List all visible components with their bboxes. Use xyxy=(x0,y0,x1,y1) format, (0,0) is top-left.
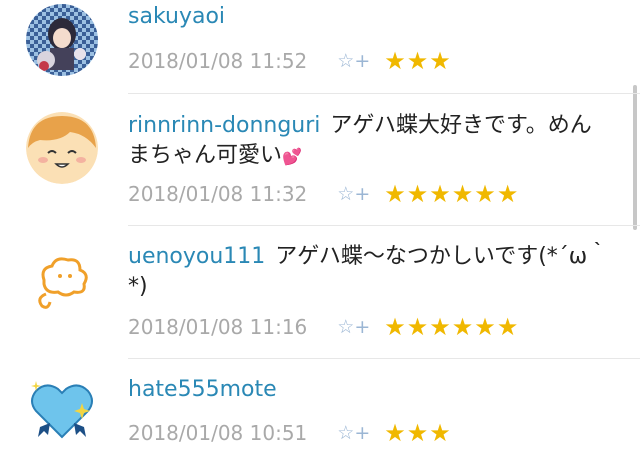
heart-emoji-icon: 💕 xyxy=(282,147,302,166)
star-rating: ★★★ xyxy=(384,419,452,447)
add-star-icon[interactable]: ☆+ xyxy=(337,50,370,72)
comment-date: 2018/01/08 11:16 xyxy=(128,315,308,339)
comment-date: 2018/01/08 11:52 xyxy=(128,49,308,73)
comment-date: 2018/01/08 11:32 xyxy=(128,182,308,206)
add-star-icon[interactable]: ☆+ xyxy=(337,422,370,444)
star-rating: ★★★★★★ xyxy=(384,313,520,341)
smiley-face-icon xyxy=(26,112,98,184)
add-star-icon[interactable]: ☆+ xyxy=(337,183,370,205)
comment-item: sakuyaoi 2018/01/08 11:52 ☆+ ★★★ xyxy=(0,0,640,90)
avatar[interactable] xyxy=(26,4,98,76)
anime-avatar-icon xyxy=(26,4,98,76)
comment-item: uenoyou111 アゲハ蝶～なつかしいです(*´ω｀*) 2018/01/08… xyxy=(0,226,640,356)
comment-username[interactable]: hate555mote xyxy=(128,377,277,402)
comment-username[interactable]: rinnrinn-donnguri xyxy=(128,113,320,138)
comment-username[interactable]: sakuyaoi xyxy=(128,4,225,29)
avatar[interactable] xyxy=(26,112,98,184)
cloud-character-icon xyxy=(26,246,98,318)
comment-item: rinnrinn-donnguri アゲハ蝶大好きです。めんまちゃん可愛い💕 20… xyxy=(0,94,640,224)
blue-heart-icon xyxy=(26,375,98,447)
add-star-icon[interactable]: ☆+ xyxy=(337,316,370,338)
avatar[interactable] xyxy=(26,246,98,318)
star-rating: ★★★★★★ xyxy=(384,180,520,208)
comment-date: 2018/01/08 10:51 xyxy=(128,421,308,445)
comment-username[interactable]: uenoyou111 xyxy=(128,244,265,269)
comment-item: hate555mote 2018/01/08 10:51 ☆+ ★★★ xyxy=(0,359,640,461)
star-rating: ★★★ xyxy=(384,47,452,75)
avatar[interactable] xyxy=(26,375,98,447)
